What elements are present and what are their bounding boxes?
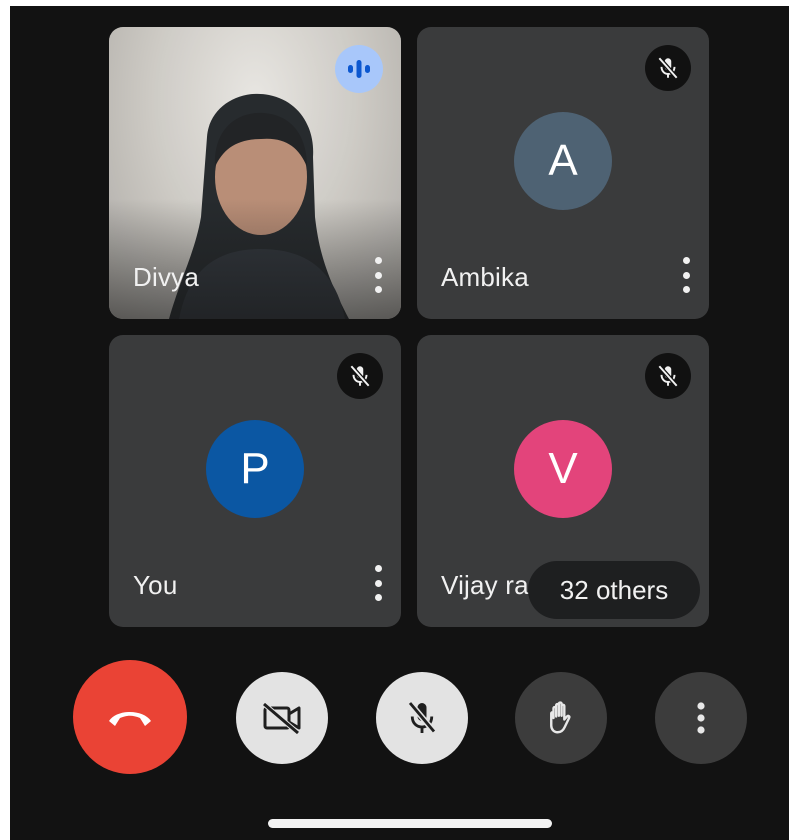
camera-toggle-button[interactable] [236,672,328,764]
hand-icon [550,701,571,734]
more-options-icon[interactable] [369,563,387,603]
participant-tile-you[interactable]: P You [109,335,401,627]
more-options-icon[interactable] [369,255,387,295]
participant-tile-divya[interactable]: Divya [109,27,401,319]
others-count-button[interactable]: 32 others [528,561,700,619]
avatar: V [514,420,612,518]
participant-name: Vijay ra [441,570,529,600]
more-options-button[interactable] [655,672,747,764]
mic-off-icon [337,353,383,399]
participant-tile-ambika[interactable]: A Ambika [417,27,709,319]
participant-name: Divya [133,262,200,292]
hang-up-icon [109,712,151,726]
video-name-shadow [109,199,401,319]
leave-call-button[interactable] [73,660,187,774]
camera-off-icon [262,702,301,735]
participant-name: Ambika [441,262,529,292]
microphone-toggle-button[interactable] [376,672,468,764]
audio-wave-icon [348,60,370,78]
speaking-indicator [335,45,383,93]
mic-off-icon [407,701,437,734]
participant-name: You [133,570,178,600]
more-options-icon[interactable] [677,255,695,295]
mic-off-icon [645,45,691,91]
more-vert-icon [697,702,705,734]
avatar: P [206,420,304,518]
avatar: A [514,112,612,210]
home-indicator[interactable] [268,819,552,828]
mic-off-icon [645,353,691,399]
raise-hand-button[interactable] [515,672,607,764]
